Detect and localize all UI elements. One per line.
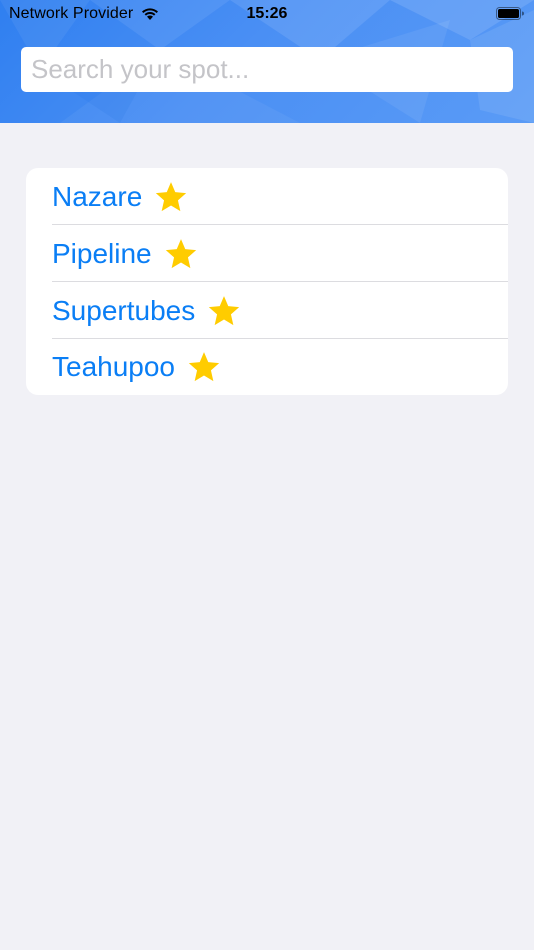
status-bar: Network Provider 15:26: [0, 0, 534, 28]
header-banner: Network Provider 15:26: [0, 0, 534, 123]
status-time: 15:26: [246, 5, 288, 22]
spot-row[interactable]: Nazare: [26, 168, 508, 225]
spot-list: Nazare Pipeline Supertubes Teahupoo: [26, 168, 508, 395]
search-input[interactable]: [31, 54, 503, 85]
star-icon[interactable]: [187, 350, 221, 384]
spot-name[interactable]: Nazare: [52, 181, 142, 213]
spot-row[interactable]: Supertubes: [26, 282, 508, 339]
spot-name[interactable]: Supertubes: [52, 295, 195, 327]
spot-row[interactable]: Teahupoo: [26, 339, 508, 395]
star-icon[interactable]: [154, 180, 188, 214]
battery-icon: [496, 7, 524, 20]
star-icon[interactable]: [207, 294, 241, 328]
search-bar[interactable]: [21, 47, 513, 92]
app-screen: Network Provider 15:26 Nazare: [0, 0, 534, 950]
spot-name[interactable]: Pipeline: [52, 238, 152, 270]
spot-name[interactable]: Teahupoo: [52, 351, 175, 383]
star-icon[interactable]: [164, 237, 198, 271]
spot-row[interactable]: Pipeline: [26, 225, 508, 282]
